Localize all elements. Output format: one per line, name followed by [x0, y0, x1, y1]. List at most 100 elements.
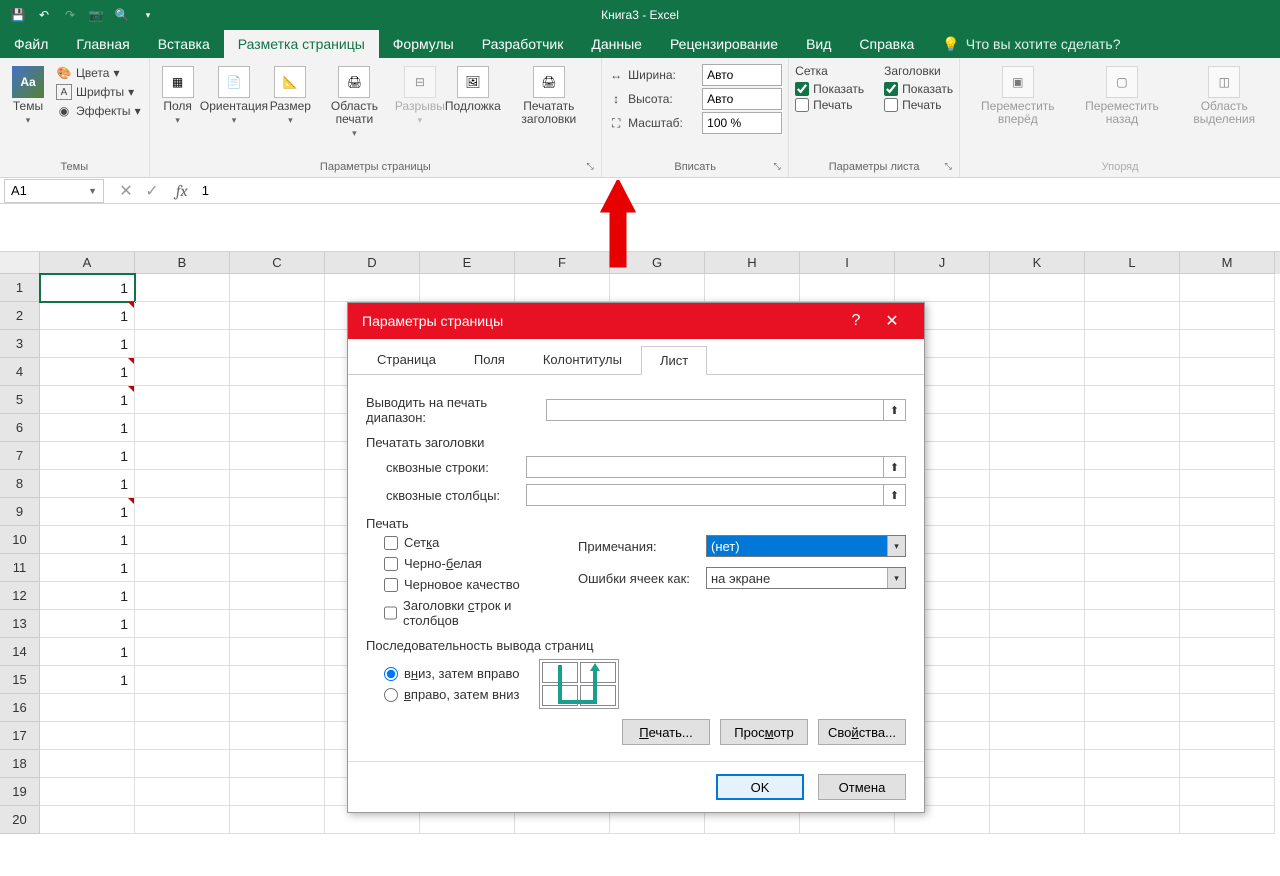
- effects-button[interactable]: ◉Эффекты ▾: [54, 102, 143, 120]
- cell[interactable]: [705, 274, 800, 302]
- col-header[interactable]: E: [420, 252, 515, 274]
- cell[interactable]: [1180, 638, 1275, 666]
- cell[interactable]: [135, 666, 230, 694]
- cell[interactable]: 1: [40, 414, 135, 442]
- through-cols-input[interactable]: [526, 484, 884, 506]
- select-all-corner[interactable]: [0, 252, 40, 274]
- chk-headings[interactable]: [384, 606, 397, 620]
- row-header[interactable]: 12: [0, 582, 40, 610]
- cell[interactable]: [990, 330, 1085, 358]
- cell[interactable]: [1085, 330, 1180, 358]
- cell[interactable]: [135, 442, 230, 470]
- width-input[interactable]: [702, 64, 782, 86]
- cell[interactable]: 1: [40, 386, 135, 414]
- print-titles-button[interactable]: 🖨Печатать заголовки: [503, 64, 596, 128]
- through-rows-picker-icon[interactable]: ⬆: [884, 456, 906, 478]
- cell[interactable]: [1085, 442, 1180, 470]
- cell[interactable]: [1180, 582, 1275, 610]
- row-header[interactable]: 18: [0, 750, 40, 778]
- cell[interactable]: [1085, 498, 1180, 526]
- cell[interactable]: [135, 498, 230, 526]
- orientation-button[interactable]: 📄Ориентация▾: [204, 64, 265, 128]
- cell[interactable]: [1180, 694, 1275, 722]
- cell[interactable]: 1: [40, 330, 135, 358]
- cell[interactable]: [40, 722, 135, 750]
- cell[interactable]: [1180, 806, 1275, 834]
- size-button[interactable]: 📐Размер▾: [268, 64, 312, 128]
- preview-button[interactable]: Просмотр: [720, 719, 808, 745]
- cell[interactable]: 1: [40, 302, 135, 330]
- cell[interactable]: [230, 610, 325, 638]
- through-rows-input[interactable]: [526, 456, 884, 478]
- cell[interactable]: [135, 750, 230, 778]
- col-header[interactable]: I: [800, 252, 895, 274]
- dtab-sheet[interactable]: Лист: [641, 346, 707, 375]
- cell[interactable]: 1: [40, 358, 135, 386]
- cell[interactable]: [230, 358, 325, 386]
- save-icon[interactable]: 💾: [8, 5, 28, 25]
- cell[interactable]: [230, 302, 325, 330]
- cell[interactable]: [990, 358, 1085, 386]
- cell[interactable]: [1180, 498, 1275, 526]
- cell[interactable]: [135, 694, 230, 722]
- fx-icon[interactable]: fx: [170, 182, 194, 200]
- cell[interactable]: [1085, 666, 1180, 694]
- cell[interactable]: [990, 554, 1085, 582]
- background-button[interactable]: 🖼Подложка: [447, 64, 498, 115]
- tab-home[interactable]: Главная: [62, 30, 143, 58]
- comments-combo[interactable]: (нет)▾: [706, 535, 906, 557]
- print-preview-icon[interactable]: 🔍: [112, 5, 132, 25]
- row-header[interactable]: 11: [0, 554, 40, 582]
- grid-show-checkbox[interactable]: [795, 82, 809, 96]
- cell[interactable]: [1085, 274, 1180, 302]
- redo-icon[interactable]: ↷: [60, 5, 80, 25]
- col-header[interactable]: A: [40, 252, 135, 274]
- cell[interactable]: [230, 526, 325, 554]
- qat-customize-icon[interactable]: ▾: [138, 5, 158, 25]
- cell[interactable]: [1085, 694, 1180, 722]
- cell[interactable]: [135, 330, 230, 358]
- cell[interactable]: [1085, 722, 1180, 750]
- cell[interactable]: [895, 274, 990, 302]
- cell[interactable]: [990, 498, 1085, 526]
- cell[interactable]: [230, 442, 325, 470]
- themes-button[interactable]: Aa Темы ▾: [6, 64, 50, 128]
- cell[interactable]: [135, 610, 230, 638]
- cell[interactable]: [420, 274, 515, 302]
- cell[interactable]: [230, 806, 325, 834]
- cell[interactable]: [1180, 302, 1275, 330]
- row-header[interactable]: 1: [0, 274, 40, 302]
- cell[interactable]: [1085, 638, 1180, 666]
- dtab-margins[interactable]: Поля: [455, 345, 524, 374]
- cell[interactable]: [800, 274, 895, 302]
- cell[interactable]: 1: [40, 638, 135, 666]
- cell[interactable]: [990, 302, 1085, 330]
- cell[interactable]: [610, 274, 705, 302]
- row-header[interactable]: 5: [0, 386, 40, 414]
- cell[interactable]: [230, 694, 325, 722]
- tab-review[interactable]: Рецензирование: [656, 30, 792, 58]
- cell[interactable]: [1085, 582, 1180, 610]
- tab-data[interactable]: Данные: [577, 30, 656, 58]
- cell[interactable]: [990, 638, 1085, 666]
- cell[interactable]: [135, 386, 230, 414]
- send-backward-button[interactable]: ▢Переместить назад: [1073, 64, 1170, 128]
- cell[interactable]: [40, 778, 135, 806]
- cell[interactable]: [230, 638, 325, 666]
- cell[interactable]: [135, 274, 230, 302]
- enter-formula-icon[interactable]: ✓: [140, 180, 164, 202]
- cell[interactable]: [135, 358, 230, 386]
- cell[interactable]: [1085, 414, 1180, 442]
- cell[interactable]: 1: [40, 470, 135, 498]
- cell[interactable]: [1085, 750, 1180, 778]
- cell[interactable]: [1180, 386, 1275, 414]
- col-header[interactable]: M: [1180, 252, 1275, 274]
- tab-page-layout[interactable]: Разметка страницы: [224, 30, 379, 58]
- cell[interactable]: [230, 414, 325, 442]
- cell[interactable]: [990, 666, 1085, 694]
- row-header[interactable]: 15: [0, 666, 40, 694]
- row-header[interactable]: 9: [0, 498, 40, 526]
- cell[interactable]: [1085, 302, 1180, 330]
- cell[interactable]: [1085, 526, 1180, 554]
- tab-developer[interactable]: Разработчик: [468, 30, 578, 58]
